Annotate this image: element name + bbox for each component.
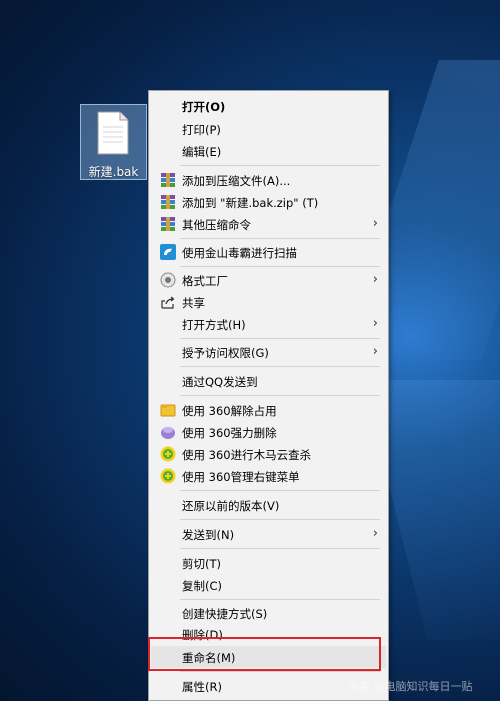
format-factory-icon: [160, 272, 176, 288]
menu-item-label: 剪切(T): [182, 557, 221, 571]
menu-item-label: 复制(C): [182, 579, 223, 593]
document-file-icon: [97, 111, 129, 155]
submenu-arrow-icon: ›: [372, 272, 378, 287]
menu-separator: [180, 238, 380, 239]
winrar-archive-icon: [161, 217, 175, 231]
menu-separator: [180, 671, 380, 672]
menu-item-label: 其他压缩命令: [182, 218, 251, 232]
menu-item-label: 发送到(N): [182, 528, 235, 542]
menu-item-restore-versions[interactable]: 还原以前的版本(V): [151, 494, 386, 516]
winrar-archive-icon: [161, 173, 175, 187]
kingsoft-antivirus-icon: [160, 244, 176, 260]
menu-item-label: 通过QQ发送到: [182, 375, 258, 389]
menu-item-label: 编辑(E): [182, 145, 222, 159]
submenu-arrow-icon: ›: [372, 526, 378, 541]
menu-item-label: 使用 360解除占用: [182, 404, 277, 418]
menu-item-cut[interactable]: 剪切(T): [151, 552, 386, 574]
menu-item-send-via-qq[interactable]: 通过QQ发送到: [151, 370, 386, 392]
force-delete-icon: [161, 427, 175, 439]
menu-item-send-to[interactable]: 发送到(N) ›: [151, 523, 386, 545]
360-security-icon: [160, 468, 176, 484]
menu-separator: [180, 366, 380, 367]
menu-item-label: 使用 360管理右键菜单: [182, 470, 300, 484]
menu-item-360-manage-menu[interactable]: 使用 360管理右键菜单: [151, 465, 386, 487]
menu-item-label: 添加到 "新建.bak.zip" (T): [182, 196, 319, 210]
menu-item-other-compress[interactable]: 其他压缩命令 ›: [151, 213, 386, 235]
share-icon: [161, 296, 175, 309]
winrar-archive-icon: [161, 195, 175, 209]
menu-item-label: 使用 360进行木马云查杀: [182, 448, 312, 462]
desktop-file-icon[interactable]: 新建.bak: [80, 104, 147, 180]
menu-item-label: 添加到压缩文件(A)...: [182, 174, 291, 188]
submenu-arrow-icon: ›: [372, 344, 378, 359]
360-security-icon: [160, 446, 176, 462]
submenu-arrow-icon: ›: [372, 216, 378, 231]
menu-item-delete[interactable]: 删除(D): [151, 623, 386, 645]
menu-item-360-force-delete[interactable]: 使用 360强力删除: [151, 421, 386, 443]
menu-item-label: 删除(D): [182, 628, 223, 642]
menu-item-add-to-zip[interactable]: 添加到 "新建.bak.zip" (T): [151, 191, 386, 213]
menu-item-label: 打开方式(H): [182, 318, 246, 332]
menu-separator: [180, 599, 380, 600]
menu-item-share[interactable]: 共享: [151, 291, 386, 313]
menu-item-label: 还原以前的版本(V): [182, 499, 280, 513]
menu-item-print[interactable]: 打印(P): [151, 118, 386, 140]
menu-separator: [180, 165, 380, 166]
menu-separator: [180, 266, 380, 267]
menu-item-kingsoft-scan[interactable]: 使用金山毒霸进行扫描: [151, 241, 386, 263]
desktop-file-label: 新建.bak: [88, 165, 139, 179]
menu-separator: [180, 490, 380, 491]
menu-item-format-factory[interactable]: 格式工厂 ›: [151, 269, 386, 291]
menu-item-create-shortcut[interactable]: 创建快捷方式(S): [151, 602, 386, 624]
menu-item-add-to-archive[interactable]: 添加到压缩文件(A)...: [151, 169, 386, 191]
menu-item-label: 共享: [182, 296, 205, 310]
menu-item-label: 属性(R): [182, 680, 222, 694]
menu-item-label: 使用金山毒霸进行扫描: [182, 246, 297, 260]
menu-item-label: 重命名(M): [182, 651, 236, 665]
menu-separator: [180, 338, 380, 339]
watermark-text: 头条 @电脑知识每日一贴: [348, 680, 473, 693]
menu-separator: [180, 548, 380, 549]
menu-item-open-with[interactable]: 打开方式(H) ›: [151, 313, 386, 335]
menu-item-copy[interactable]: 复制(C): [151, 574, 386, 596]
menu-item-label: 打开(O): [182, 100, 226, 114]
menu-item-360-unlock[interactable]: 使用 360解除占用: [151, 399, 386, 421]
menu-item-label: 格式工厂: [182, 274, 228, 288]
menu-item-edit[interactable]: 编辑(E): [151, 140, 386, 162]
menu-separator: [180, 519, 380, 520]
menu-item-rename[interactable]: 重命名(M): [151, 646, 386, 668]
menu-item-360-trojan-scan[interactable]: 使用 360进行木马云查杀: [151, 443, 386, 465]
menu-item-label: 打印(P): [182, 123, 221, 137]
menu-item-grant-access[interactable]: 授予访问权限(G) ›: [151, 341, 386, 363]
menu-item-label: 使用 360强力删除: [182, 426, 277, 440]
menu-item-label: 授予访问权限(G): [182, 346, 269, 360]
folder-unlock-icon: [160, 404, 176, 417]
context-menu: 打开(O) 打印(P) 编辑(E) 添加到压缩文件(A)... 添加到 "新建.…: [148, 90, 389, 701]
menu-item-open[interactable]: 打开(O): [151, 95, 386, 117]
menu-item-label: 创建快捷方式(S): [182, 607, 268, 621]
menu-separator: [180, 395, 380, 396]
submenu-arrow-icon: ›: [372, 316, 378, 331]
